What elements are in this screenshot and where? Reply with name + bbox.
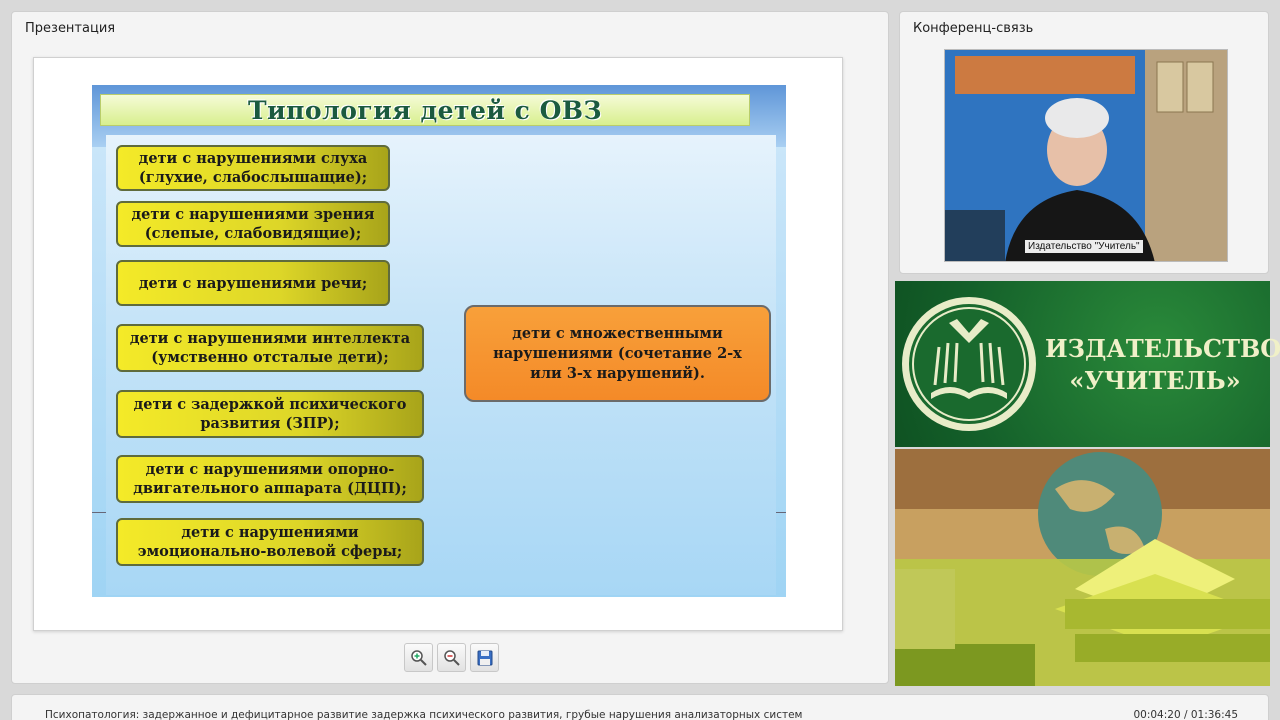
- books-globe-image: [895, 449, 1270, 686]
- webcam-video[interactable]: Издательство "Учитель": [944, 49, 1228, 262]
- category-speech: дети с нарушениями речи;: [116, 260, 390, 306]
- publisher-name-line2: «УЧИТЕЛЬ»: [1069, 366, 1241, 395]
- category-zpr: дети с задержкой психического развития (…: [116, 390, 424, 438]
- publisher-name: ИЗДАТЕЛЬСТВО «УЧИТЕЛЬ»: [1045, 333, 1280, 397]
- publisher-name-line1: ИЗДАТЕЛЬСТВО: [1045, 334, 1280, 363]
- zoom-out-icon: [443, 649, 460, 666]
- publisher-banner: ИЗДАТЕЛЬСТВО «УЧИТЕЛЬ»: [895, 281, 1280, 447]
- category-musculoskeletal: дети с нарушениями опорно-двигательного …: [116, 455, 424, 503]
- category-multiple: дети с множественными нарушениями (сочет…: [464, 305, 771, 402]
- presentation-panel: Презентация Типология детей с ОВЗ дети с…: [11, 11, 889, 684]
- category-hearing: дети с нарушениями слуха (глухие, слабос…: [116, 145, 390, 191]
- category-vision: дети с нарушениями зрения (слепые, слабо…: [116, 201, 390, 247]
- lecture-title: Психопатология: задержанное и дефицитарн…: [45, 709, 803, 720]
- books-illustration: [895, 449, 1270, 686]
- floppy-disk-icon: [477, 650, 492, 665]
- speaker-image: [945, 50, 1227, 261]
- slide-viewer: Типология детей с ОВЗ дети с нарушениями…: [33, 57, 843, 631]
- slide-title: Типология детей с ОВЗ: [100, 94, 750, 126]
- video-caption: Издательство "Учитель": [1025, 240, 1143, 253]
- playback-time: 00:04:20 / 01:36:45: [1133, 709, 1238, 720]
- zoom-out-button[interactable]: [437, 643, 466, 672]
- slide-toolbar: [404, 643, 499, 672]
- conference-panel-title: Конференц-связь: [913, 21, 1034, 36]
- zoom-in-button[interactable]: [404, 643, 433, 672]
- slide-content-area: дети с нарушениями слуха (глухие, слабос…: [106, 135, 776, 595]
- zoom-in-icon: [410, 649, 427, 666]
- presentation-panel-title: Презентация: [25, 21, 116, 36]
- category-emotional: дети с нарушениями эмоционально-волевой …: [116, 518, 424, 566]
- save-button[interactable]: [470, 643, 499, 672]
- category-intellect: дети с нарушениями интеллекта (умственно…: [116, 324, 424, 372]
- conference-panel: Конференц-связь Издательство "Учитель": [899, 11, 1269, 274]
- slide: Типология детей с ОВЗ дети с нарушениями…: [92, 85, 786, 597]
- status-bar: Психопатология: задержанное и дефицитарн…: [11, 694, 1269, 720]
- publisher-logo: [902, 297, 1036, 431]
